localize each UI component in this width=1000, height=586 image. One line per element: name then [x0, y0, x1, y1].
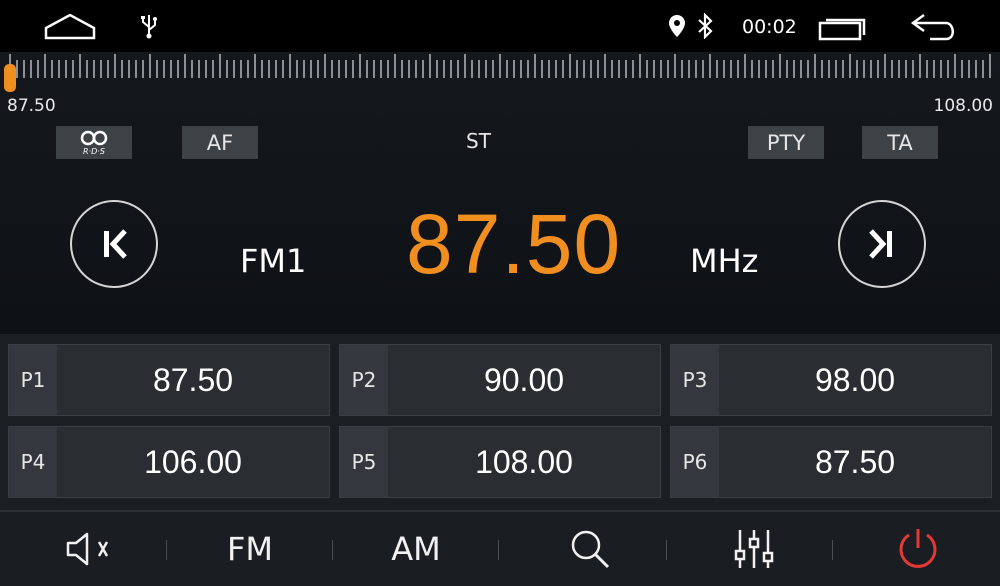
location-icon — [668, 14, 686, 42]
seek-forward-icon — [869, 229, 892, 259]
status-bar: 00:02 — [0, 0, 1000, 52]
preset-p2[interactable]: P2 90.00 — [339, 344, 661, 416]
tuner-panel: 87.50 108.00 R·D·S AF ST PTY TA FM1 87.5… — [0, 52, 1000, 334]
clock: 00:02 — [742, 16, 797, 38]
preset-label: P4 — [9, 427, 57, 497]
tuning-pointer[interactable] — [4, 64, 16, 92]
scan-button[interactable] — [530, 512, 650, 586]
seek-back-button[interactable] — [70, 200, 158, 288]
svg-text:R·D·S: R·D·S — [83, 147, 105, 156]
scale-max-label: 108.00 — [933, 96, 993, 116]
af-button[interactable]: AF — [182, 126, 258, 159]
preset-p1[interactable]: P1 87.50 — [8, 344, 330, 416]
divider — [832, 540, 833, 560]
rds-button[interactable]: R·D·S — [56, 126, 132, 159]
band-label: FM1 — [240, 242, 307, 280]
equalizer-icon — [734, 530, 774, 568]
ta-button[interactable]: TA — [862, 126, 938, 159]
seek-forward-button[interactable] — [838, 200, 926, 288]
preset-p6[interactable]: P6 87.50 — [670, 426, 992, 498]
preset-label: P5 — [340, 427, 388, 497]
equalizer-button[interactable] — [694, 512, 814, 586]
home-icon[interactable] — [44, 12, 96, 44]
preset-frequency: 87.50 — [814, 443, 896, 480]
seek-back-icon — [104, 229, 127, 259]
preset-frequency: 87.50 — [152, 361, 234, 398]
preset-frequency: 98.00 — [814, 361, 896, 398]
stereo-indicator: ST — [466, 129, 491, 153]
bottom-toolbar: FM AM — [0, 510, 1000, 586]
usb-icon — [139, 13, 159, 43]
fm-button[interactable]: FM — [190, 512, 310, 586]
mute-icon — [66, 532, 109, 566]
preset-p4[interactable]: P4 106.00 — [8, 426, 330, 498]
search-icon — [571, 530, 610, 569]
preset-panel: P1 87.50 P2 90.00 P3 98.00 P4 106.00 P5 … — [0, 334, 1000, 510]
preset-frequency: 108.00 — [475, 443, 573, 480]
power-icon — [899, 529, 937, 568]
back-icon[interactable] — [910, 13, 960, 45]
preset-frequency: 106.00 — [144, 443, 242, 480]
frequency-scale[interactable] — [0, 52, 1000, 92]
mute-button[interactable] — [30, 512, 150, 586]
divider — [166, 540, 167, 560]
divider — [666, 540, 667, 560]
divider — [498, 540, 499, 560]
preset-label: P3 — [671, 345, 719, 415]
recent-apps-icon[interactable] — [818, 13, 870, 45]
frequency-display: 87.50 — [406, 197, 622, 291]
preset-label: P1 — [9, 345, 57, 415]
scale-min-label: 87.50 — [7, 96, 56, 116]
frequency-unit: MHz — [690, 242, 759, 280]
divider — [332, 540, 333, 560]
preset-frequency: 90.00 — [483, 361, 565, 398]
preset-p5[interactable]: P5 108.00 — [339, 426, 661, 498]
bluetooth-icon — [696, 12, 714, 43]
preset-label: P2 — [340, 345, 388, 415]
power-button[interactable] — [858, 512, 978, 586]
am-button[interactable]: AM — [356, 512, 476, 586]
preset-label: P6 — [671, 427, 719, 497]
rds-icon: R·D·S — [80, 130, 108, 156]
pty-button[interactable]: PTY — [748, 126, 824, 159]
preset-p3[interactable]: P3 98.00 — [670, 344, 992, 416]
